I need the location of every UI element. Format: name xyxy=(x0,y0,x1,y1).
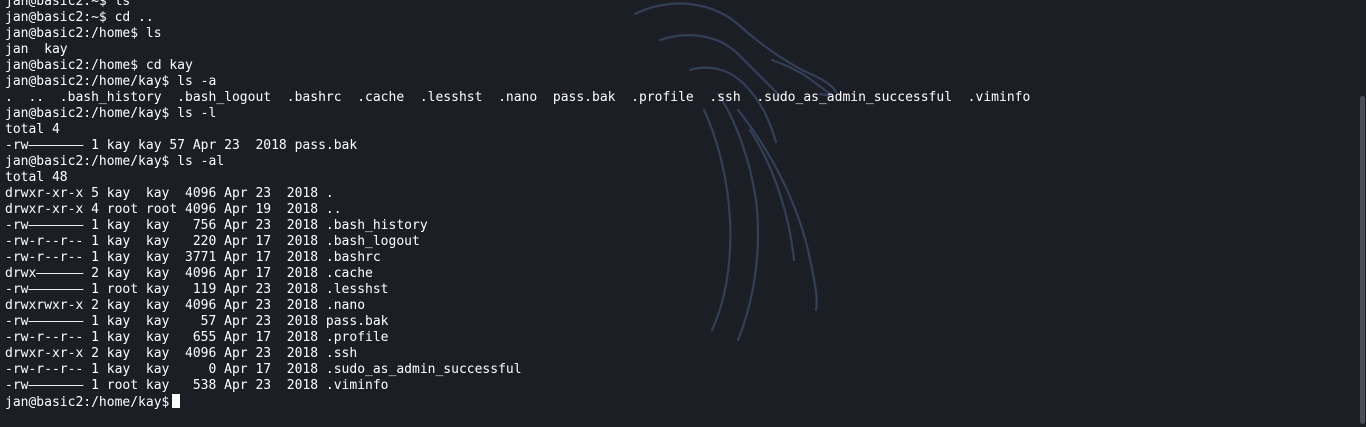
terminal-line: drwxr-xr-x 2 kay kay 4096 Apr 23 2018 .s… xyxy=(5,346,358,361)
terminal-line: jan kay xyxy=(5,42,68,57)
scrollbar-track[interactable] xyxy=(1358,0,1366,427)
terminal-window[interactable]: jan@basic2:~$ ls jan@basic2:~$ cd .. jan@b… xyxy=(0,0,1366,427)
terminal-line: jan@basic2:/home$ ls xyxy=(5,26,162,41)
prompt-line[interactable]: jan@basic2:/home/kay$ xyxy=(5,394,1030,410)
terminal-line: total 4 xyxy=(5,122,60,137)
terminal-line: jan@basic2:/home/kay$ ls -al xyxy=(5,154,225,169)
terminal-output[interactable]: jan@basic2:~$ ls jan@basic2:~$ cd .. jan@b… xyxy=(5,0,1030,410)
terminal-line: -rw——————— 1 root kay 538 Apr 23 2018 .v… xyxy=(5,378,389,393)
terminal-line: jan@basic2:/home/kay$ ls -a xyxy=(5,74,217,89)
terminal-line: drwxr-xr-x 4 root root 4096 Apr 19 2018 … xyxy=(5,202,342,217)
terminal-line: total 48 xyxy=(5,170,68,185)
prompt: jan@basic2:/home/kay$ xyxy=(5,395,170,410)
text-cursor xyxy=(172,394,181,408)
terminal-line: jan@basic2:/home/kay$ ls -l xyxy=(5,106,217,121)
terminal-line: -rw——————— 1 kay kay 57 Apr 23 2018 pass… xyxy=(5,138,358,153)
terminal-line: -rw——————— 1 root kay 119 Apr 23 2018 .l… xyxy=(5,282,389,297)
terminal-line: . .. .bash_history .bash_logout .bashrc … xyxy=(5,90,1031,105)
terminal-line: jan@basic2:/home$ cd kay xyxy=(5,58,193,73)
terminal-line: -rw——————— 1 kay kay 756 Apr 23 2018 .ba… xyxy=(5,218,428,233)
terminal-line: drwxrwxr-x 2 kay kay 4096 Apr 23 2018 .n… xyxy=(5,298,366,313)
terminal-line: drwx—————— 2 kay kay 4096 Apr 17 2018 .c… xyxy=(5,266,373,281)
terminal-line: jan@basic2:~$ cd .. xyxy=(5,10,154,25)
terminal-line: -rw-r--r-- 1 kay kay 0 Apr 17 2018 .sudo… xyxy=(5,362,522,377)
terminal-line: -rw-r--r-- 1 kay kay 220 Apr 17 2018 .ba… xyxy=(5,234,420,249)
terminal-line: drwxr-xr-x 5 kay kay 4096 Apr 23 2018 . xyxy=(5,186,334,201)
terminal-line: -rw-r--r-- 1 kay kay 655 Apr 17 2018 .pr… xyxy=(5,330,389,345)
terminal-line: -rw-r--r-- 1 kay kay 3771 Apr 17 2018 .b… xyxy=(5,250,381,265)
scrollbar-thumb[interactable] xyxy=(1360,96,1365,424)
terminal-line: jan@basic2:~$ ls xyxy=(5,0,131,9)
terminal-line: -rw——————— 1 kay kay 57 Apr 23 2018 pass… xyxy=(5,314,389,329)
